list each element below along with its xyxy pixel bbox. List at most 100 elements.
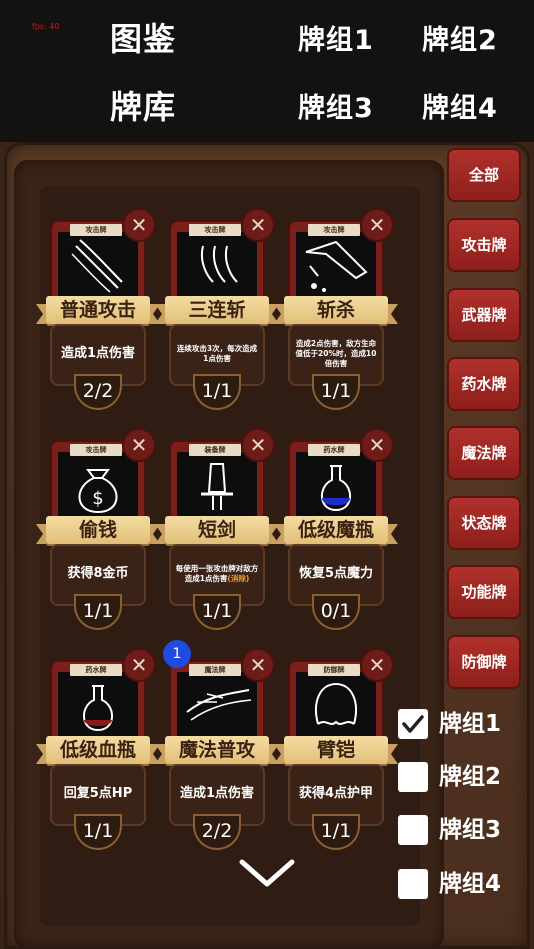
close-icon[interactable]: ✕ xyxy=(243,210,273,240)
close-icon[interactable]: ✕ xyxy=(362,650,392,680)
chevron-down-icon[interactable] xyxy=(238,858,296,888)
card-count: 2/2 xyxy=(76,376,120,408)
deck-checkbox-label: 牌组3 xyxy=(439,817,502,843)
card-desc: 造成1点伤害 xyxy=(175,768,259,820)
armguard-icon xyxy=(296,672,376,738)
card-count: 1/1 xyxy=(314,376,358,408)
card-desc: 每使用一张攻击牌对敌方造成1点伤害(消除) xyxy=(175,548,259,600)
fps-counter: fps: 40 xyxy=(32,22,60,31)
card-item[interactable]: 魔法牌 ✕ 魔法普攻 造成1点伤害 2/2 1 xyxy=(155,640,279,862)
close-icon[interactable]: ✕ xyxy=(124,430,154,460)
card-item[interactable]: 防御牌 ✕ 臂铠 获得4点护甲 1/1 xyxy=(274,650,398,862)
card-desc: 造成2点伤害，敌方生命值低于20%时，造成10倍伤害 xyxy=(294,328,378,380)
card-name: 短剑 xyxy=(165,516,269,544)
deck4-tab[interactable]: 牌组4 xyxy=(422,86,498,125)
card-name-ribbon: 低级魔瓶 xyxy=(274,516,398,546)
money-bag-icon: $ xyxy=(58,452,138,518)
card-name: 偷钱 xyxy=(46,516,150,544)
slash-icon xyxy=(58,232,138,298)
checkmark-icon xyxy=(402,715,424,733)
card-desc: 获得8金币 xyxy=(56,548,140,600)
card-type-tag: 攻击牌 xyxy=(189,224,241,236)
filter-potion-button[interactable]: 药水牌 xyxy=(449,359,519,409)
card-desc: 获得4点护甲 xyxy=(294,768,378,820)
checkbox-box[interactable] xyxy=(398,815,428,845)
filter-all-button[interactable]: 全部 xyxy=(449,150,519,200)
card-desc-text: 恢复5点魔力 xyxy=(298,566,374,582)
checkbox-box[interactable] xyxy=(398,762,428,792)
card-name-ribbon: 斩杀 xyxy=(274,296,398,326)
card-count: 1/1 xyxy=(76,596,120,628)
close-icon[interactable]: ✕ xyxy=(124,210,154,240)
filter-defense-button[interactable]: 防御牌 xyxy=(449,637,519,687)
card-desc: 连续攻击3次，每次造成1点伤害 xyxy=(175,328,259,380)
card-count: 1/1 xyxy=(76,816,120,848)
card-name-ribbon: 魔法普攻 xyxy=(155,736,279,766)
mana-flask-icon xyxy=(296,452,376,518)
card-name: 低级魔瓶 xyxy=(284,516,388,544)
card-desc-highlight: (消除) xyxy=(227,574,250,583)
magic-strike-icon xyxy=(177,672,257,738)
card-item[interactable]: 攻击牌 ✕ 三连斩 连续攻击3次，每次造成1点伤害 1/1 xyxy=(155,210,279,422)
short-sword-icon xyxy=(177,452,257,518)
deck3-tab[interactable]: 牌组3 xyxy=(298,86,374,125)
card-count: 2/2 xyxy=(195,816,239,848)
filter-attack-button[interactable]: 攻击牌 xyxy=(449,220,519,270)
close-icon[interactable]: ✕ xyxy=(243,430,273,460)
card-type-tag: 攻击牌 xyxy=(70,224,122,236)
close-icon[interactable]: ✕ xyxy=(362,210,392,240)
card-name: 臂铠 xyxy=(284,736,388,764)
filter-weapon-button[interactable]: 武器牌 xyxy=(449,290,519,340)
card-desc-text: 连续攻击3次，每次造成1点伤害 xyxy=(176,343,258,363)
deck-checkbox-label: 牌组4 xyxy=(439,871,502,897)
deck2-tab[interactable]: 牌组2 xyxy=(422,18,498,57)
card-name-ribbon: 三连斩 xyxy=(155,296,279,326)
card-desc-text: 造成1点伤害 xyxy=(60,346,136,362)
card-name-ribbon: 短剑 xyxy=(155,516,279,546)
card-item[interactable]: 攻击牌 ✕ 斩杀 造成2点伤害，敌方生命值低于20%时，造成10倍伤害 1/1 xyxy=(274,210,398,422)
top-bar: fps: 40 图鉴 牌库 牌组1 牌组2 牌组3 牌组4 xyxy=(0,0,534,142)
card-name: 魔法普攻 xyxy=(165,736,269,764)
card-desc-text: 造成2点伤害，敌方生命值低于20%时，造成10倍伤害 xyxy=(295,338,377,369)
card-type-tag: 攻击牌 xyxy=(308,224,360,236)
codex-tab[interactable]: 图鉴 xyxy=(110,14,176,60)
card-item[interactable]: $ 攻击牌 ✕ 偷钱 获得8金币 1/1 xyxy=(36,430,160,642)
card-desc-text: 获得8金币 xyxy=(67,566,129,582)
filter-status-button[interactable]: 状态牌 xyxy=(449,498,519,548)
filter-function-button[interactable]: 功能牌 xyxy=(449,567,519,617)
card-count: 0/1 xyxy=(314,596,358,628)
triple-slash-icon xyxy=(177,232,257,298)
card-name-ribbon: 普通攻击 xyxy=(36,296,160,326)
deck-checkbox-4[interactable]: 牌组4 xyxy=(398,867,528,901)
card-count: 1/1 xyxy=(195,596,239,628)
checkbox-box[interactable] xyxy=(398,709,428,739)
card-item[interactable]: 装备牌 ✕ 短剑 每使用一张攻击牌对敌方造成1点伤害(消除) 1/1 xyxy=(155,430,279,642)
card-name-ribbon: 低级血瓶 xyxy=(36,736,160,766)
deck1-tab[interactable]: 牌组1 xyxy=(298,18,374,57)
card-name: 普通攻击 xyxy=(46,296,150,324)
card-item[interactable]: 药水牌 ✕ 低级魔瓶 恢复5点魔力 0/1 xyxy=(274,430,398,642)
card-name: 低级血瓶 xyxy=(46,736,150,764)
card-name: 斩杀 xyxy=(284,296,388,324)
deck-checkbox-2[interactable]: 牌组2 xyxy=(398,760,528,794)
card-item[interactable]: 药水牌 ✕ 低级血瓶 回复5点HP 1/1 xyxy=(36,650,160,862)
deck-checkbox-label: 牌组2 xyxy=(439,764,502,790)
card-name-ribbon: 臂铠 xyxy=(274,736,398,766)
svg-text:$: $ xyxy=(92,488,103,509)
filter-magic-button[interactable]: 魔法牌 xyxy=(449,428,519,478)
card-item[interactable]: 攻击牌 ✕ 普通攻击 造成1点伤害 2/2 xyxy=(36,210,160,422)
card-type-tag: 药水牌 xyxy=(70,664,122,676)
card-type-tag: 装备牌 xyxy=(189,444,241,456)
selection-badge: 1 xyxy=(163,640,191,668)
card-count: 1/1 xyxy=(195,376,239,408)
close-icon[interactable]: ✕ xyxy=(124,650,154,680)
deck-checkbox-3[interactable]: 牌组3 xyxy=(398,813,528,847)
close-icon[interactable]: ✕ xyxy=(362,430,392,460)
checkbox-box[interactable] xyxy=(398,869,428,899)
card-desc-text: 获得4点护甲 xyxy=(298,786,374,802)
deck-checkbox-1[interactable]: 牌组1 xyxy=(398,707,528,741)
card-type-tag: 魔法牌 xyxy=(189,664,241,676)
close-icon[interactable]: ✕ xyxy=(243,650,273,680)
library-tab[interactable]: 牌库 xyxy=(110,82,176,128)
blade-icon xyxy=(296,232,376,298)
